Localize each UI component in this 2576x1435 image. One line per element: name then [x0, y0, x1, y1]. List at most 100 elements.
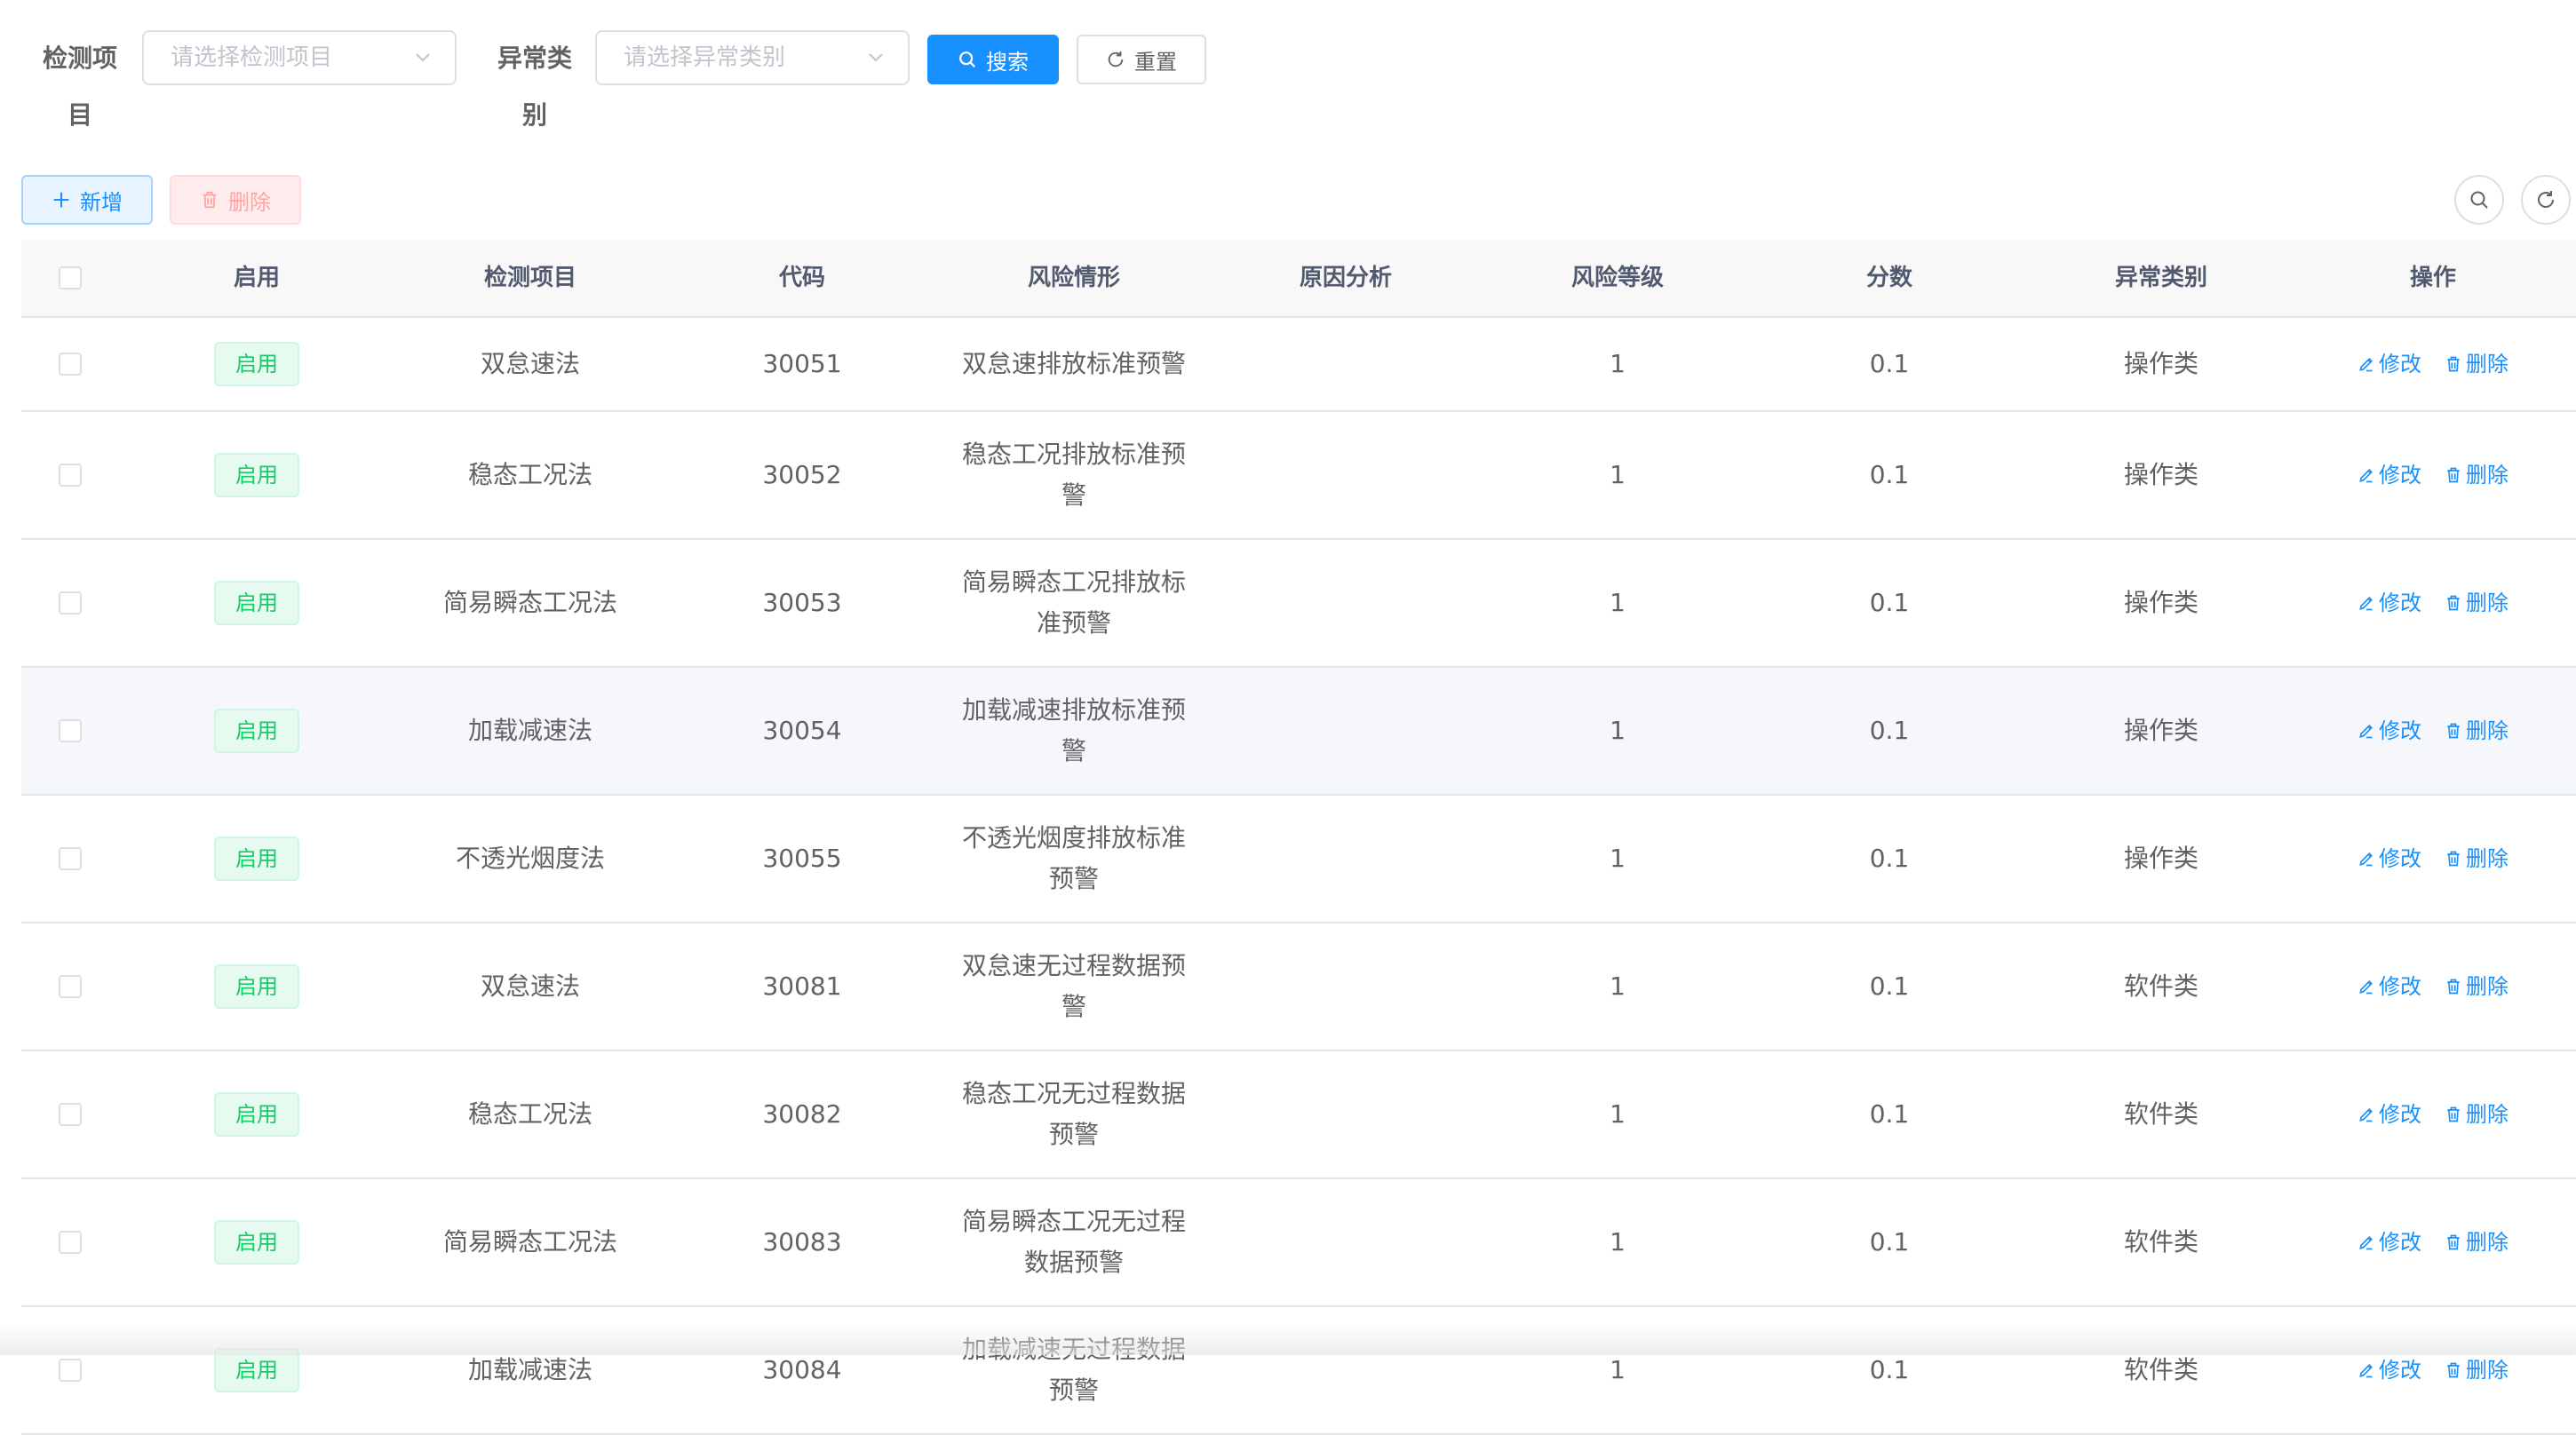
risk-text-line1: 加载减速排放标准预 [961, 695, 1186, 725]
add-button[interactable]: 新增 [21, 175, 153, 225]
delete-button[interactable]: 删除 [2445, 344, 2508, 385]
code-text: 30082 [762, 1099, 842, 1129]
row-checkbox[interactable] [59, 1359, 82, 1382]
column-header: 检测项目 [483, 265, 576, 291]
type-text: 软件类 [2123, 971, 2198, 1001]
code-cell: 30083 [666, 1179, 938, 1305]
batch-delete-button[interactable]: 删除 [170, 175, 301, 225]
code-cell: 30082 [666, 1051, 938, 1177]
edit-button[interactable]: 修改 [2357, 1222, 2421, 1263]
column-header: 操作 [2409, 265, 2456, 291]
edit-button[interactable]: 修改 [2357, 455, 2421, 496]
risk-text-line2: 预警 [1048, 1376, 1099, 1405]
trash-icon [2447, 595, 2460, 611]
reset-button[interactable]: 重置 [1077, 35, 1206, 84]
item-cell: 双怠速法 [394, 924, 666, 1050]
risk-cell: 稳态工况排放标准预 警 [938, 412, 1210, 538]
score-text: 0.1 [1869, 1227, 1910, 1257]
edit-button[interactable]: 修改 [2357, 1094, 2421, 1135]
reason-cell [1210, 412, 1482, 538]
delete-button[interactable]: 删除 [2445, 710, 2508, 751]
toggle-search-button[interactable] [2454, 175, 2504, 225]
trash-icon [2447, 851, 2460, 867]
delete-button[interactable]: 删除 [2445, 455, 2508, 496]
score-text: 0.1 [1869, 844, 1910, 873]
row-checkbox[interactable] [59, 847, 82, 870]
edit-button[interactable]: 修改 [2357, 1350, 2421, 1391]
risk-text-line2: 预警 [1048, 864, 1099, 893]
type-select[interactable]: 请选择异常类别 [595, 30, 910, 85]
code-cell: 30054 [666, 668, 938, 794]
row-checkbox[interactable] [59, 464, 82, 487]
table-row[interactable]: 启用 稳态工况法 30052 稳态工况排放标准预 警 1 0.1 操作类 修改 … [21, 412, 2576, 540]
edit-icon [2359, 979, 2373, 995]
score-cell: 0.1 [1753, 318, 2025, 410]
row-select-cell [21, 412, 119, 538]
row-actions: 修改 删除 [2357, 838, 2508, 879]
row-checkbox[interactable] [59, 719, 82, 742]
table-row[interactable]: 启用 双怠速法 30051 双怠速排放标准预警 1 0.1 操作类 修改 删除 [21, 318, 2576, 412]
table-row[interactable]: 启用 稳态工况法 30082 稳态工况无过程数据 预警 1 0.1 软件类 修改… [21, 1051, 2576, 1179]
delete-button[interactable]: 删除 [2445, 1094, 2508, 1135]
delete-button[interactable]: 删除 [2445, 583, 2508, 623]
item-text: 加载减速法 [467, 1355, 592, 1384]
ops-cell: 修改 删除 [2297, 1179, 2569, 1305]
delete-button[interactable]: 删除 [2445, 1350, 2508, 1391]
table-row[interactable]: 启用 双怠速法 30081 双怠速无过程数据预 警 1 0.1 软件类 修改 删… [21, 924, 2576, 1051]
trash-icon [2447, 979, 2460, 995]
type-text: 操作类 [2123, 349, 2198, 378]
row-checkbox[interactable] [59, 591, 82, 614]
code-cell: 30053 [666, 540, 938, 666]
type-text: 操作类 [2123, 460, 2198, 489]
reason-cell [1210, 540, 1482, 666]
risk-text-line2: 准预警 [1036, 608, 1111, 638]
row-checkbox[interactable] [59, 1103, 82, 1126]
column-header: 风险等级 [1570, 265, 1664, 291]
reason-cell [1210, 924, 1482, 1050]
risk-text-line2: 预警 [1048, 1120, 1099, 1149]
edit-button[interactable]: 修改 [2357, 344, 2421, 385]
risk-text-line2: 警 [1061, 736, 1086, 765]
row-checkbox[interactable] [59, 975, 82, 998]
table-row[interactable]: 启用 简易瞬态工况法 30083 简易瞬态工况无过程 数据预警 1 0.1 软件… [21, 1179, 2576, 1307]
code-text: 30053 [762, 588, 842, 617]
risk-cell: 简易瞬态工况排放标 准预警 [938, 540, 1210, 666]
table-row[interactable]: 启用 不透光烟度法 30055 不透光烟度排放标准 预警 1 0.1 操作类 修… [21, 796, 2576, 924]
level-text: 1 [1610, 844, 1626, 873]
risk-cell: 双怠速无过程数据预 警 [938, 924, 1210, 1050]
edit-icon [2359, 1235, 2373, 1250]
status-tag: 启用 [214, 453, 299, 497]
row-checkbox[interactable] [59, 1231, 82, 1254]
status-cell: 启用 [119, 1179, 394, 1305]
delete-label: 删除 [2466, 1102, 2508, 1127]
item-select[interactable]: 请选择检测项目 [142, 30, 457, 85]
level-cell: 1 [1482, 1179, 1753, 1305]
risk-text-line1: 双怠速排放标准预警 [961, 349, 1186, 378]
refresh-button[interactable] [2521, 175, 2571, 225]
column-header: 异常类别 [2114, 265, 2207, 291]
level-cell: 1 [1482, 412, 1753, 538]
delete-button[interactable]: 删除 [2445, 1222, 2508, 1263]
edit-button[interactable]: 修改 [2357, 838, 2421, 879]
edit-button[interactable]: 修改 [2357, 583, 2421, 623]
status-cell: 启用 [119, 318, 394, 410]
table-row[interactable]: 启用 加载减速法 30054 加载减速排放标准预 警 1 0.1 操作类 修改 … [21, 668, 2576, 796]
edit-button[interactable]: 修改 [2357, 966, 2421, 1007]
row-checkbox[interactable] [59, 353, 82, 376]
search-button[interactable]: 搜索 [927, 35, 1059, 84]
table-row[interactable]: 启用 简易瞬态工况法 30053 简易瞬态工况排放标 准预警 1 0.1 操作类 [21, 540, 2576, 668]
edit-button[interactable]: 修改 [2357, 710, 2421, 751]
edit-icon [2359, 724, 2373, 739]
delete-button[interactable]: 删除 [2445, 966, 2508, 1007]
status-tag: 启用 [214, 1092, 299, 1137]
score-text: 0.1 [1869, 460, 1910, 489]
delete-label: 删除 [2466, 463, 2508, 488]
row-select-cell [21, 924, 119, 1050]
score-cell: 0.1 [1753, 412, 2025, 538]
level-cell: 1 [1482, 796, 1753, 922]
edit-label: 修改 [2379, 463, 2421, 488]
table-header: 启用 检测项目 代码 风险情形 原因分析 风险等级 分数 异常类别 操作 [21, 240, 2576, 318]
select-all-checkbox[interactable] [59, 266, 82, 289]
status-cell: 启用 [119, 412, 394, 538]
delete-button[interactable]: 删除 [2445, 838, 2508, 879]
